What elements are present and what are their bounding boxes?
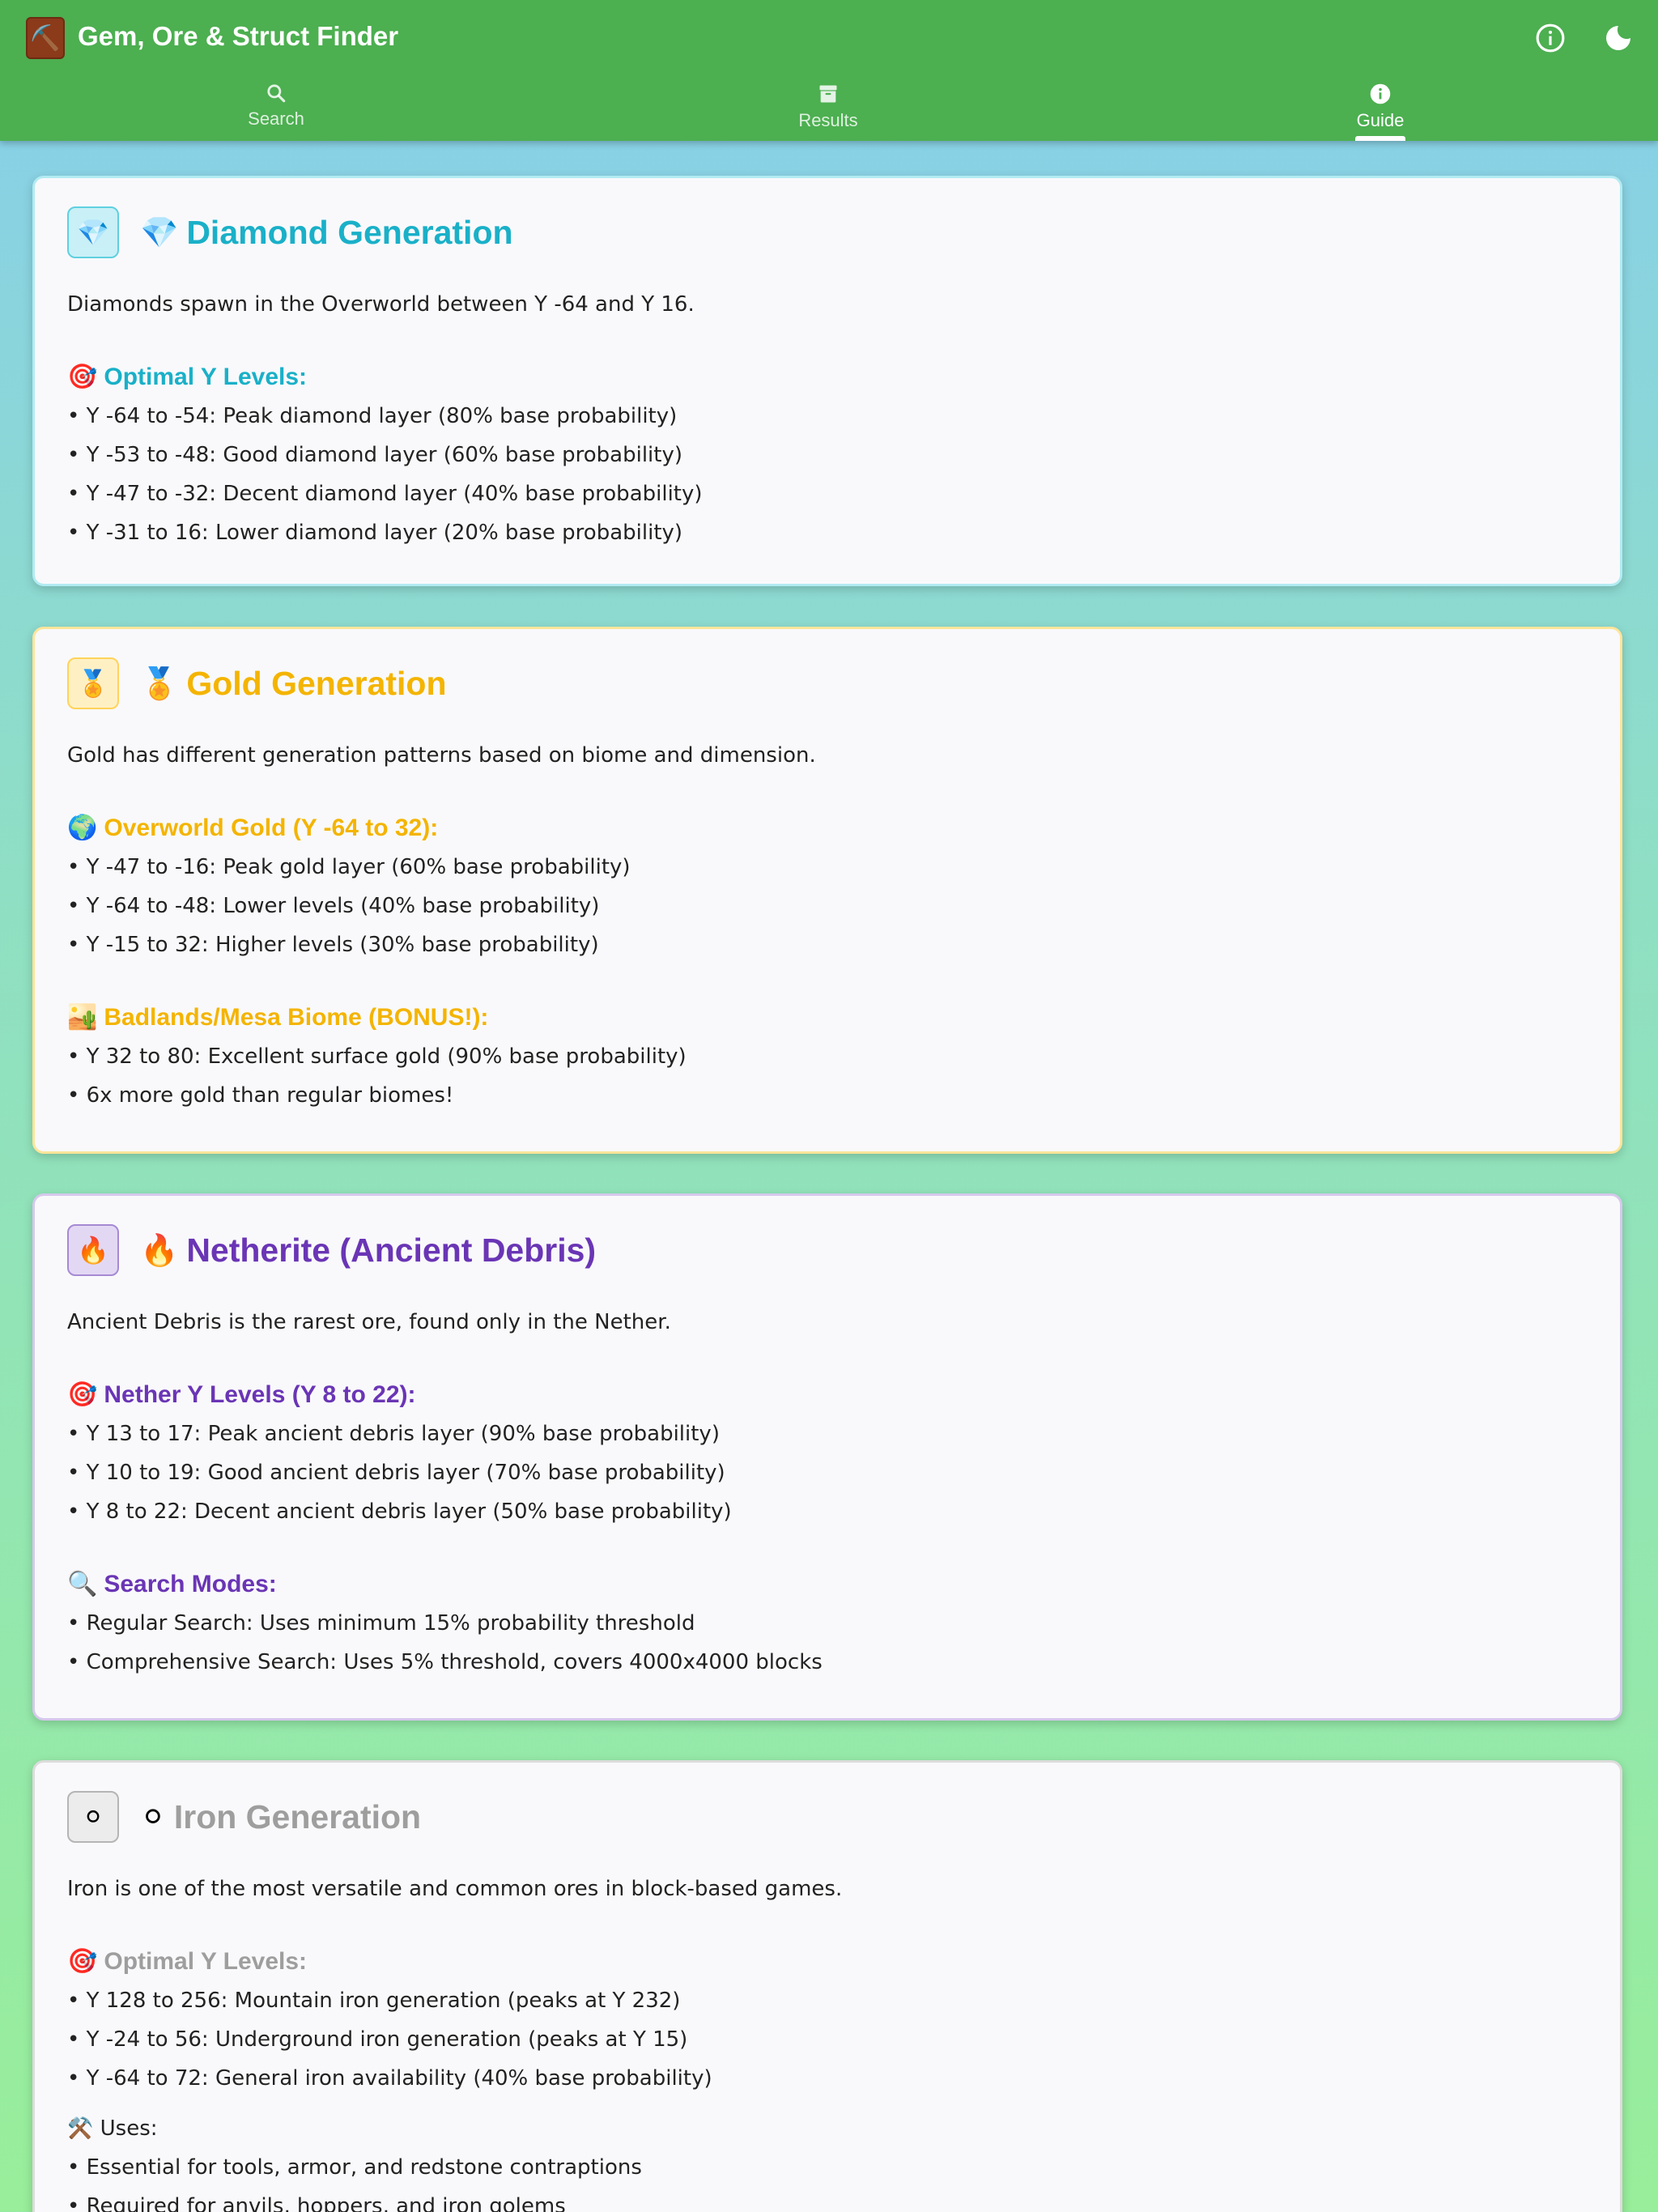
list-item: • Y 13 to 17: Peak ancient debris layer … — [67, 1422, 720, 1446]
info-icon — [1370, 83, 1391, 104]
list-item: • Y 8 to 22: Decent ancient debris layer… — [67, 1499, 732, 1524]
list-item: • Comprehensive Search: Uses 5% threshol… — [67, 1650, 823, 1674]
archive-icon — [819, 85, 837, 103]
card-header: ⚪ ⚪ Iron Generation — [67, 1790, 1588, 1844]
netherite-card: 🔥 🔥 Netherite (Ancient Debris) Ancient D… — [32, 1193, 1622, 1721]
card-description: Diamonds spawn in the Overworld between … — [67, 292, 695, 317]
medal-icon: 🏅 — [67, 657, 119, 709]
search-icon — [267, 84, 286, 103]
tab-search[interactable]: Search — [0, 78, 552, 141]
card-header: 🔥 🔥 Netherite (Ancient Debris) — [67, 1223, 1588, 1277]
magnifier-icon: 🔍 — [67, 1571, 98, 1597]
card-description: Iron is one of the most versatile and co… — [67, 1877, 843, 1901]
app-bar: ⛏️ Gem, Ore & Struct Finder Search Resul… — [0, 0, 1658, 141]
circle-icon: ⚪ — [140, 1799, 166, 1835]
pickaxe-logo-icon: ⛏️ — [26, 17, 65, 59]
section-heading: 🎯 Optimal Y Levels: — [67, 1942, 1588, 1981]
card-description: Ancient Debris is the rarest ore, found … — [67, 1310, 671, 1334]
target-icon: 🎯 — [67, 1948, 98, 1975]
iron-card: ⚪ ⚪ Iron Generation Iron is one of the m… — [32, 1760, 1622, 2212]
diamond-card: 💎 💎 Diamond Generation Diamonds spawn in… — [32, 176, 1622, 586]
section-heading: 🏜️ Badlands/Mesa Biome (BONUS!): — [67, 998, 1588, 1037]
section-heading: 🎯 Optimal Y Levels: — [67, 358, 1588, 397]
section-heading: 🌍 Overworld Gold (Y -64 to 32): — [67, 809, 1588, 848]
target-icon: 🎯 — [67, 364, 98, 390]
tab-guide[interactable]: Guide — [1104, 78, 1656, 141]
card-title: Diamond Generation — [186, 213, 513, 251]
diamond-icon: 💎 — [67, 206, 119, 258]
card-title: Gold Generation — [186, 664, 447, 702]
info-icon[interactable] — [1532, 19, 1569, 57]
section-heading: 🔍 Search Modes: — [67, 1565, 1588, 1604]
list-item: • Y -53 to -48: Good diamond layer (60% … — [67, 443, 683, 467]
medal-icon: 🏅 — [140, 665, 179, 701]
list-item: • Y -47 to -32: Decent diamond layer (40… — [67, 482, 703, 506]
list-item: • Required for anvils, hoppers, and iron… — [67, 2194, 566, 2212]
active-tab-indicator — [1355, 136, 1405, 141]
fire-icon: 🔥 — [140, 1231, 179, 1268]
list-item: • 6x more gold than regular biomes! — [67, 1083, 454, 1108]
list-item: • Y 32 to 80: Excellent surface gold (90… — [67, 1044, 687, 1069]
list-item: • Y -64 to 72: General iron availability… — [67, 2066, 712, 2091]
list-item: • Y -31 to 16: Lower diamond layer (20% … — [67, 521, 683, 545]
gold-card: 🏅 🏅 Gold Generation Gold has different g… — [32, 627, 1622, 1154]
desert-icon: 🏜️ — [67, 1004, 98, 1031]
globe-icon: 🌍 — [67, 815, 98, 841]
section-heading: 🎯 Nether Y Levels (Y 8 to 22): — [67, 1376, 1588, 1414]
diamond-icon: 💎 — [140, 214, 179, 250]
list-item: • Y 10 to 19: Good ancient debris layer … — [67, 1461, 725, 1485]
fire-icon: 🔥 — [67, 1224, 119, 1276]
tab-search-label: Search — [248, 108, 304, 129]
app-title: Gem, Ore & Struct Finder — [78, 21, 399, 51]
list-item: • Y -64 to -48: Lower levels (40% base p… — [67, 894, 600, 918]
circle-icon: ⚪ — [67, 1791, 119, 1843]
list-item: • Y -47 to -16: Peak gold layer (60% bas… — [67, 855, 631, 879]
target-icon: 🎯 — [67, 1381, 98, 1408]
uses-heading: ⚒️ Uses: — [67, 2116, 158, 2141]
card-header: 💎 💎 Diamond Generation — [67, 206, 1588, 259]
card-title: Iron Generation — [173, 1797, 422, 1836]
tab-results-label: Results — [798, 110, 858, 130]
dark-mode-icon[interactable] — [1600, 19, 1637, 57]
list-item: • Regular Search: Uses minimum 15% proba… — [67, 1611, 695, 1636]
list-item: • Y 128 to 256: Mountain iron generation… — [67, 1989, 681, 2013]
card-title: Netherite (Ancient Debris) — [186, 1231, 597, 1269]
card-header: 🏅 🏅 Gold Generation — [67, 657, 1588, 710]
tab-guide-label: Guide — [1356, 110, 1405, 130]
list-item: • Y -24 to 56: Underground iron generati… — [67, 2027, 688, 2052]
list-item: • Y -15 to 32: Higher levels (30% base p… — [67, 933, 599, 957]
tab-results[interactable]: Results — [552, 78, 1104, 141]
list-item: • Y -64 to -54: Peak diamond layer (80% … — [67, 404, 678, 428]
list-item: • Essential for tools, armor, and redsto… — [67, 2155, 642, 2180]
card-description: Gold has different generation patterns b… — [67, 743, 816, 768]
hammer-pick-icon: ⚒️ — [67, 2116, 94, 2141]
